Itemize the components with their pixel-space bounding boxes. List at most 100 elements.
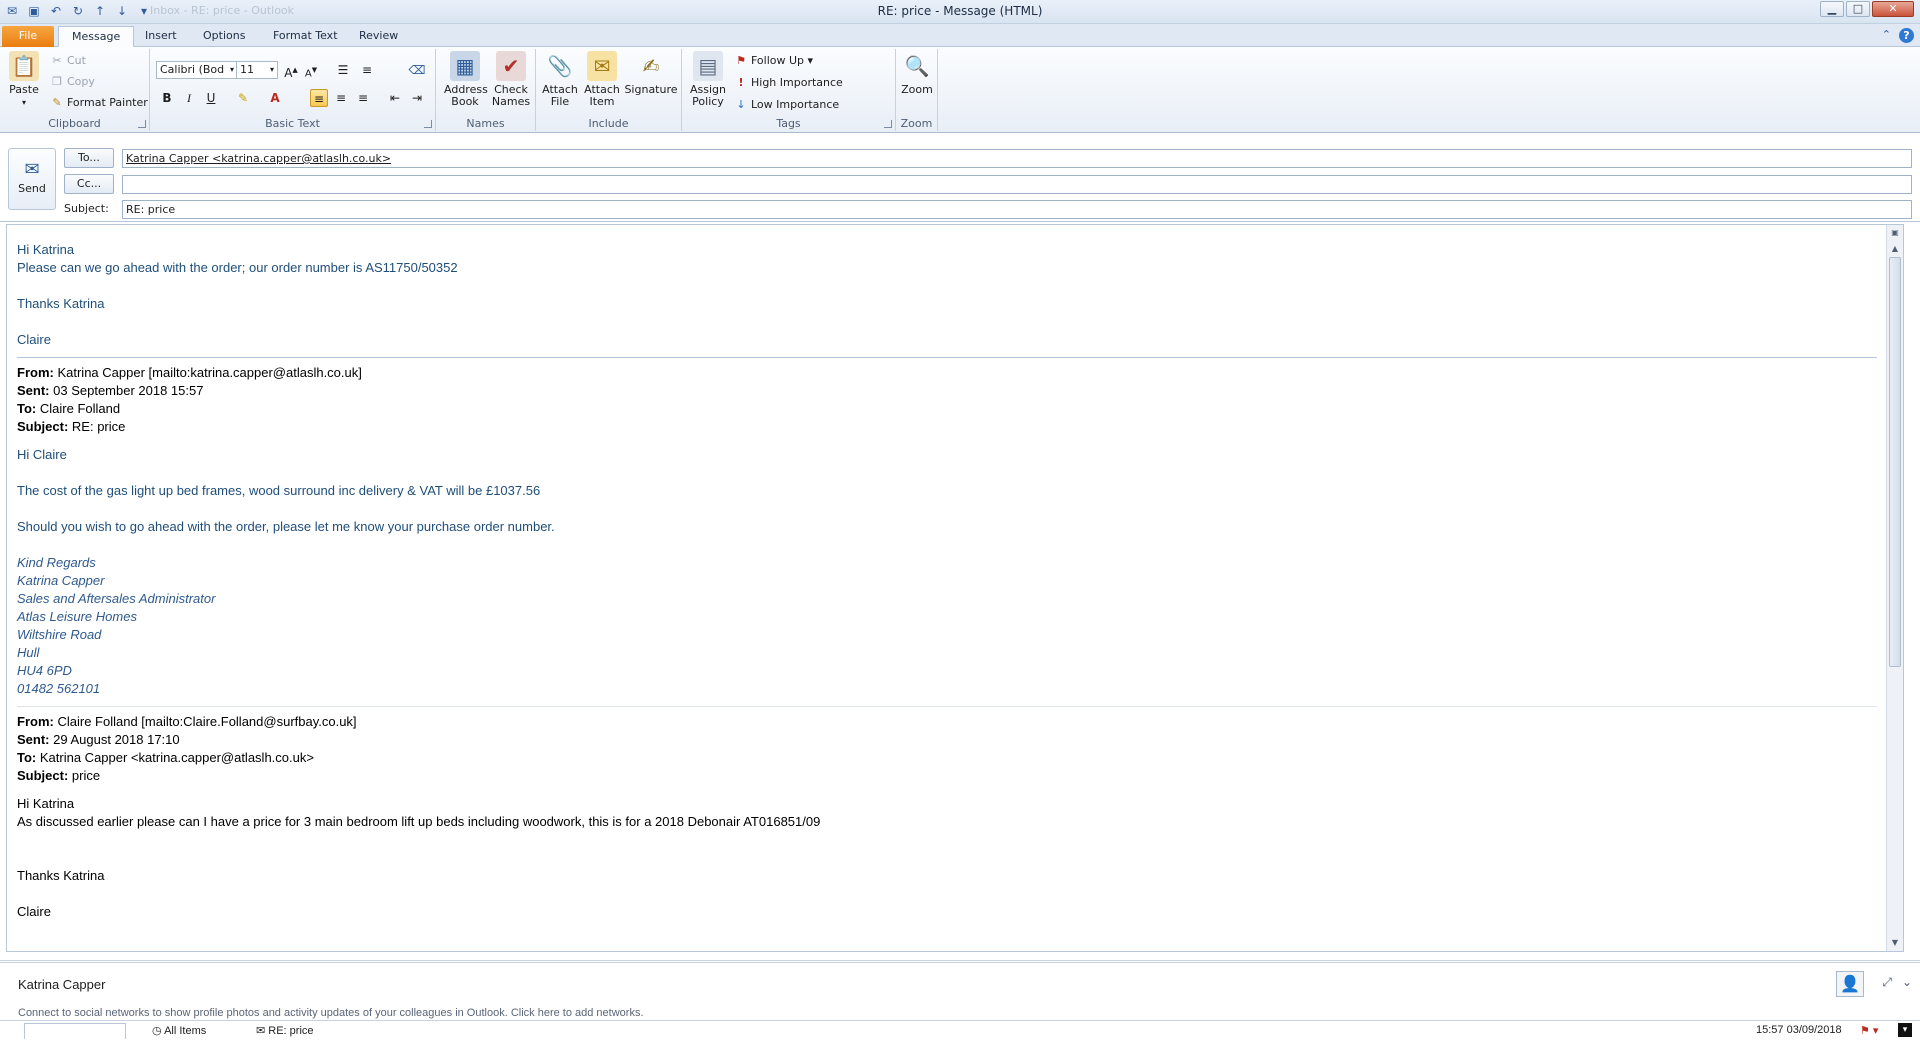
tab-file[interactable]: File <box>2 26 54 47</box>
reply-line: Please can we go ahead with the order; o… <box>17 260 458 275</box>
ruler-toggle-icon[interactable]: ▣ <box>1887 225 1903 241</box>
align-center-icon[interactable]: ≡ <box>332 89 350 107</box>
minimize-ribbon-icon[interactable]: ⌃ <box>1882 28 1891 43</box>
quoted1-to: To: Claire Folland <box>17 401 121 416</box>
numbering-icon[interactable]: ≡ <box>358 61 376 79</box>
tab-format-text[interactable]: Format Text <box>260 26 351 47</box>
tags-launcher-icon[interactable] <box>884 120 892 128</box>
avatar: 👤 <box>1836 971 1864 997</box>
align-left-icon[interactable]: ≡ <box>310 89 328 107</box>
vertical-scrollbar[interactable]: ▣ ▲ ▼ <box>1886 225 1903 951</box>
message-content: Hi Katrina Please can we go ahead with t… <box>17 241 1877 921</box>
signature-line: Atlas Leisure Homes <box>17 609 137 624</box>
scissors-icon: ✂ <box>52 54 62 67</box>
italic-icon[interactable]: I <box>180 89 198 107</box>
status-tab <box>24 1023 126 1039</box>
message-body[interactable]: Hi Katrina Please can we go ahead with t… <box>6 224 1904 952</box>
align-right-icon[interactable]: ≡ <box>354 89 372 107</box>
chevron-down-icon[interactable]: ⌄ <box>1902 975 1912 990</box>
tab-review[interactable]: Review <box>346 26 411 47</box>
clipboard-launcher-icon[interactable] <box>138 120 146 128</box>
low-importance-button[interactable]: ↓ Low Importance <box>734 97 839 113</box>
to-button[interactable]: To... <box>64 148 114 168</box>
assign-policy-button[interactable]: ▤ Assign Policy <box>686 51 730 108</box>
quoted2-to: To: Katrina Capper <katrina.capper@atlas… <box>17 750 314 765</box>
basic-text-launcher-icon[interactable] <box>424 120 432 128</box>
flag-icon[interactable]: ⚑ ▾ <box>1860 1024 1878 1037</box>
magnifier-icon: 🔍 <box>904 54 930 78</box>
names-group-label: Names <box>466 117 505 130</box>
paperclip-icon: 📎 <box>547 54 573 78</box>
paste-button[interactable]: 📋 Paste ▾ <box>6 51 42 109</box>
tags-group-label: Tags <box>776 117 801 130</box>
quoted1-para1: The cost of the gas light up bed frames,… <box>17 483 541 498</box>
quoted1-greeting: Hi Claire <box>17 447 67 462</box>
copy-button[interactable]: ❐ Copy <box>50 74 95 90</box>
signature-button[interactable]: ✍ Signature <box>624 51 678 96</box>
scroll-down-icon[interactable]: ▼ <box>1887 935 1903 951</box>
grow-font-icon[interactable]: A▲ <box>282 61 300 80</box>
follow-up-button[interactable]: ⚑ Follow Up ▾ <box>734 53 813 69</box>
social-networks-hint[interactable]: Connect to social networks to show profi… <box>18 1007 644 1019</box>
attach-item-button[interactable]: ✉ Attach Item <box>582 51 622 108</box>
maximize-button[interactable]: □ <box>1846 1 1870 17</box>
dropdown-icon[interactable]: ▾ <box>1898 1023 1912 1037</box>
tab-insert[interactable]: Insert <box>132 26 190 47</box>
people-pane-name[interactable]: Katrina Capper <box>18 977 105 992</box>
scroll-thumb[interactable] <box>1889 257 1901 667</box>
include-group: 📎 Attach File ✉ Attach Item ✍ Signature … <box>536 49 682 131</box>
bold-icon[interactable]: B <box>158 89 176 107</box>
status-bar: ◷ All Items ✉ RE: price 15:57 03/09/2018… <box>0 1020 1920 1040</box>
quote-separator <box>17 357 1877 358</box>
to-field[interactable]: Katrina Capper <katrina.capper@atlaslh.c… <box>122 149 1912 168</box>
signature-line: Hull <box>17 645 40 660</box>
expand-icon[interactable]: ⤢ <box>1882 975 1892 990</box>
title-bar: ✉ ▣ ↶ ↻ ↑ ↓ ▾ Inbox - RE: price - Outloo… <box>0 0 1920 24</box>
names-group: ▦ Address Book ✔ Check Names Names <box>436 49 536 131</box>
cc-button[interactable]: Cc... <box>64 174 114 194</box>
decrease-indent-icon[interactable]: ⇤ <box>386 89 404 107</box>
font-size-combo[interactable]: 11 ▾ <box>236 61 278 79</box>
signature-line: HU4 6PD <box>17 663 72 678</box>
high-importance-button[interactable]: ! High Importance <box>734 75 842 91</box>
minimize-button[interactable]: ▁ <box>1820 1 1844 17</box>
underline-icon[interactable]: U <box>202 89 220 107</box>
status-timestamp: 15:57 03/09/2018 <box>1756 1024 1842 1036</box>
scroll-up-icon[interactable]: ▲ <box>1887 241 1903 257</box>
clipboard-icon: 📋 <box>9 51 39 81</box>
quoted2-signoff: Claire <box>17 904 51 919</box>
quoted1-para2: Should you wish to go ahead with the ord… <box>17 519 555 534</box>
paintbrush-icon: ✎ <box>52 96 62 109</box>
highlight-icon[interactable]: ✎ <box>234 89 252 107</box>
tab-options[interactable]: Options <box>190 26 258 47</box>
status-item[interactable]: ✉ RE: price <box>256 1024 314 1037</box>
clipboard-group: 📋 Paste ▾ ✂ Cut ❐ Copy ✎ Format Painter Clip… <box>0 49 150 131</box>
subject-field[interactable]: RE: price <box>122 200 1912 219</box>
send-button[interactable]: ✉ Send <box>8 148 56 210</box>
format-painter-button[interactable]: ✎ Format Painter <box>50 95 147 111</box>
close-button[interactable]: ✕ <box>1872 1 1914 17</box>
signature-line: 01482 562101 <box>17 681 101 696</box>
signature-line: Katrina Capper <box>17 573 105 588</box>
all-items-link[interactable]: ◷ All Items <box>152 1024 206 1037</box>
increase-indent-icon[interactable]: ⇥ <box>408 89 426 107</box>
check-names-button[interactable]: ✔ Check Names <box>490 51 532 108</box>
shrink-font-icon[interactable]: A▼ <box>302 61 320 79</box>
quoted2-para1: As discussed earlier please can I have a… <box>17 814 821 829</box>
cc-field[interactable] <box>122 175 1912 194</box>
tab-message[interactable]: Message <box>58 26 135 47</box>
bullets-icon[interactable]: ☰ <box>334 61 352 79</box>
cut-button[interactable]: ✂ Cut <box>50 53 86 69</box>
address-book-button[interactable]: ▦ Address Book <box>444 51 488 108</box>
font-name-combo[interactable]: Calibri (Bod ▾ <box>156 61 238 79</box>
copy-icon: ❐ <box>52 75 62 88</box>
font-color-icon[interactable]: A <box>266 89 284 107</box>
zoom-button[interactable]: 🔍 Zoom <box>900 51 934 96</box>
clear-formatting-icon[interactable]: ⌫ <box>408 61 426 79</box>
attach-file-button[interactable]: 📎 Attach File <box>540 51 580 108</box>
help-icon[interactable]: ? <box>1899 28 1914 43</box>
zoom-group: 🔍 Zoom Zoom <box>896 49 938 131</box>
quoted1-subject: Subject: RE: price <box>17 419 126 434</box>
subject-label: Subject: <box>64 202 109 215</box>
ribbon-tabs: File Message Insert Options Format Text … <box>0 24 1920 47</box>
